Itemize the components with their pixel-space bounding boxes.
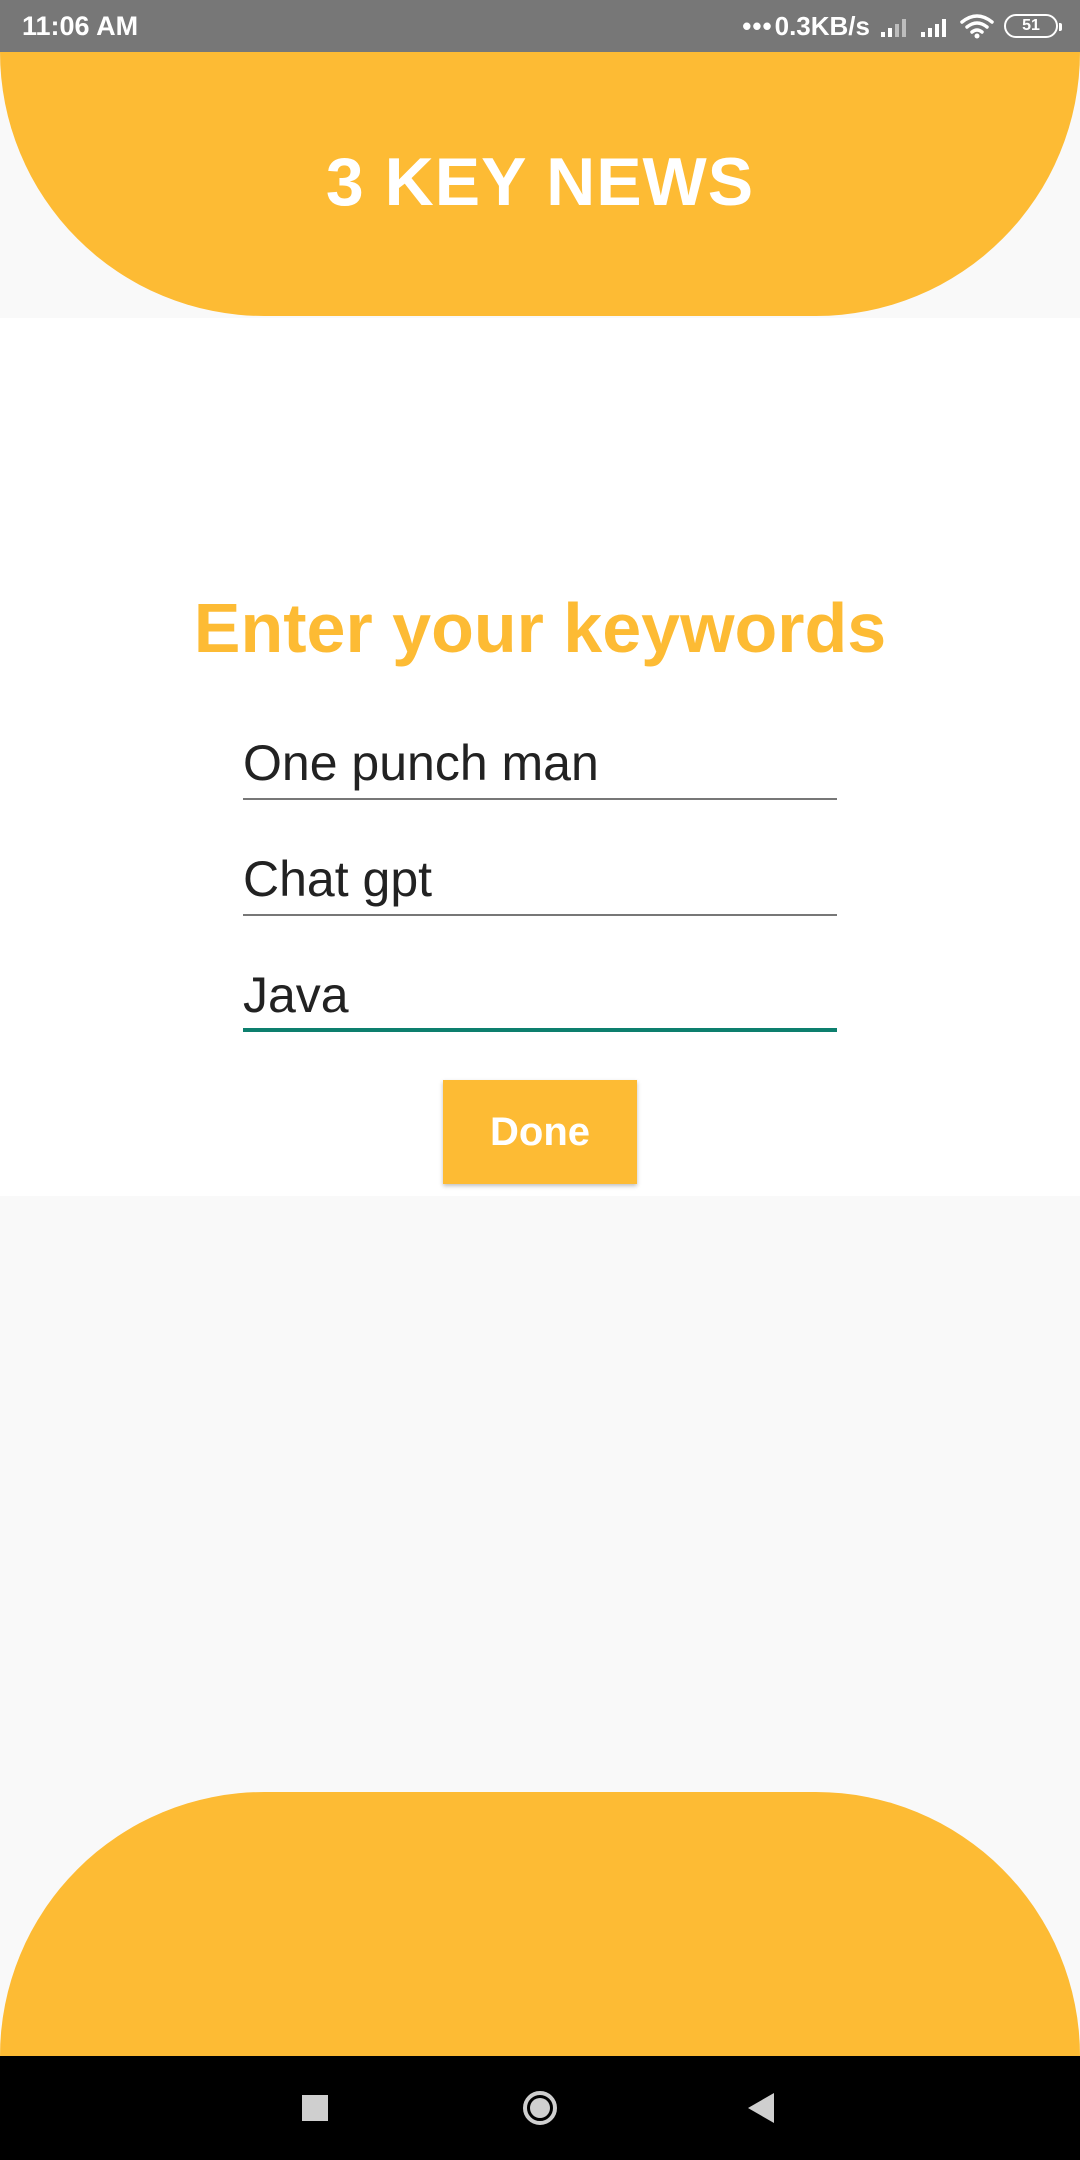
back-icon <box>748 2093 774 2123</box>
battery-level: 51 <box>1022 17 1040 34</box>
status-bar: 11:06 AM ••• 0.3KB/s 51 <box>0 0 1080 52</box>
network-speed-value: 0.3KB/s <box>774 10 870 41</box>
keywords-card: Enter your keywords Done <box>0 318 1080 1196</box>
keywords-title: Enter your keywords <box>193 589 887 667</box>
more-dots-icon: ••• <box>742 10 773 41</box>
wifi-icon <box>960 14 994 39</box>
cell-signal-icon <box>921 19 946 37</box>
home-button[interactable] <box>488 2056 592 2160</box>
recents-button[interactable] <box>263 2056 367 2160</box>
status-time: 11:06 AM <box>22 11 139 41</box>
navigation-bar <box>0 2056 1080 2160</box>
app-title: 3 KEY NEWS <box>325 144 755 220</box>
home-icon <box>523 2091 557 2125</box>
keyword-underline-2 <box>243 914 837 916</box>
app-header: 3 KEY NEWS <box>0 52 1080 316</box>
recents-icon <box>302 2095 328 2121</box>
keyword-field-2[interactable] <box>243 846 837 916</box>
back-button[interactable] <box>709 2056 813 2160</box>
status-icons: ••• 0.3KB/s 51 <box>742 0 1062 52</box>
keyword-field-3[interactable] <box>243 962 837 1032</box>
battery-icon: 51 <box>1004 14 1062 38</box>
keyword-underline-3 <box>243 1028 837 1032</box>
keyword-field-1[interactable] <box>243 730 837 800</box>
network-speed: ••• 0.3KB/s <box>742 11 870 42</box>
keyword-input-3[interactable] <box>243 962 837 1028</box>
keyword-underline-1 <box>243 798 837 800</box>
keyword-input-1[interactable] <box>243 730 837 796</box>
keyword-input-2[interactable] <box>243 846 837 912</box>
cell-signal-icon <box>881 19 906 37</box>
done-button[interactable]: Done <box>443 1080 637 1184</box>
app-footer <box>0 1792 1080 2056</box>
